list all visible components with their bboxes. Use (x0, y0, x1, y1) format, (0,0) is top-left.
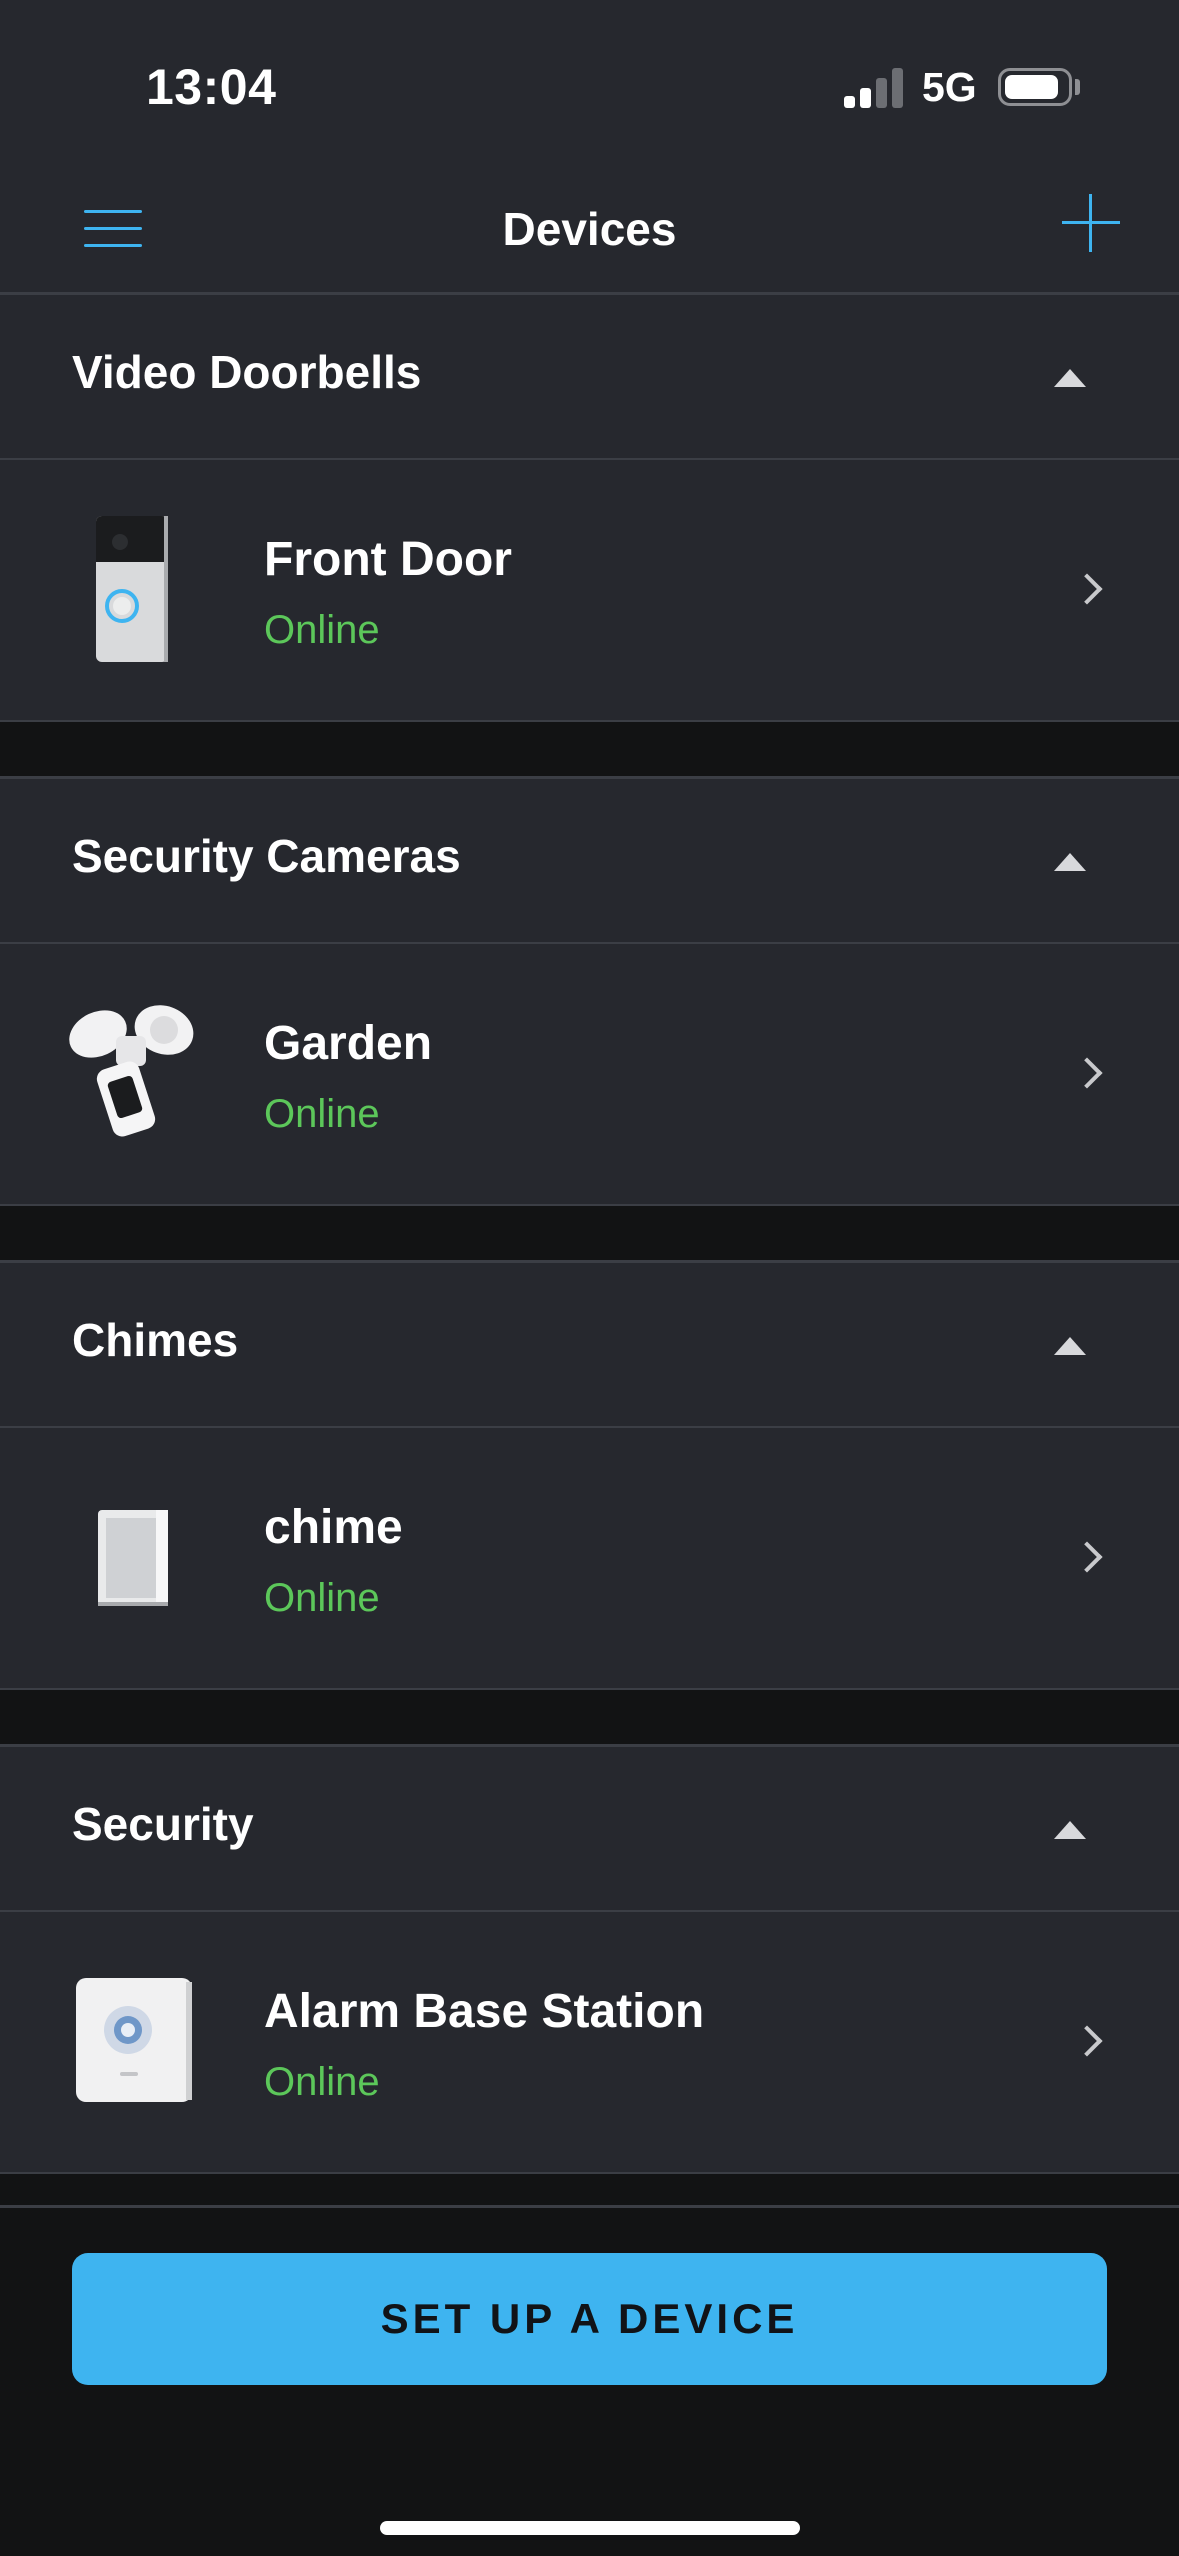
battery-tip (1075, 79, 1080, 95)
status-bar: 13:04 5G (0, 0, 1179, 170)
collapse-arrow-icon[interactable] (1054, 1821, 1086, 1839)
device-status: Online (264, 2060, 380, 2104)
section-security: Security Alarm Base Station Online (0, 1747, 1179, 2174)
section-title: Security Cameras (72, 830, 461, 882)
collapse-arrow-icon[interactable] (1054, 1337, 1086, 1355)
device-status: Online (264, 1092, 380, 1136)
battery-level (1005, 75, 1058, 99)
navigation-bar: Devices (0, 170, 1179, 295)
chevron-right-icon (1071, 1057, 1103, 1089)
floodlight-camera-icon (69, 1005, 194, 1137)
chevron-right-icon (1071, 573, 1103, 605)
section-title: Chimes (72, 1314, 239, 1366)
devices-screen: 13:04 5G Devices Video Doorbells Front D… (0, 0, 1179, 2556)
device-row-front-door[interactable]: Front Door Online (0, 460, 1179, 722)
section-header[interactable]: Security Cameras (0, 779, 1179, 944)
device-status: Online (264, 608, 380, 652)
page-title: Devices (502, 203, 677, 255)
section-header[interactable]: Video Doorbells (0, 295, 1179, 460)
section-header[interactable]: Chimes (0, 1263, 1179, 1428)
alarm-base-station-icon (76, 1978, 192, 2102)
chevron-right-icon (1071, 2025, 1103, 2057)
bottom-action-area: SET UP A DEVICE (0, 2205, 1179, 2556)
device-row-chime[interactable]: chime Online (0, 1428, 1179, 1690)
section-video-doorbells: Video Doorbells Front Door Online (0, 295, 1179, 722)
network-type: 5G (922, 64, 977, 110)
section-title: Security (72, 1798, 254, 1850)
device-name: Garden (264, 1017, 433, 1070)
status-time: 13:04 (146, 59, 277, 115)
collapse-arrow-icon[interactable] (1054, 369, 1086, 387)
chime-icon (98, 1510, 168, 1606)
home-indicator[interactable] (380, 2521, 800, 2535)
section-header[interactable]: Security (0, 1747, 1179, 1912)
section-title: Video Doorbells (72, 346, 422, 398)
chevron-right-icon (1071, 1541, 1103, 1573)
section-chimes: Chimes chime Online (0, 1263, 1179, 1690)
device-row-garden[interactable]: Garden Online (0, 944, 1179, 1206)
set-up-device-button[interactable]: SET UP A DEVICE (72, 2253, 1107, 2385)
signal-strength-icon (844, 66, 904, 108)
device-status: Online (264, 1576, 380, 1620)
device-row-alarm-base-station[interactable]: Alarm Base Station Online (0, 1912, 1179, 2174)
device-name: Front Door (264, 533, 512, 586)
section-security-cameras: Security Cameras Garden Online (0, 779, 1179, 1206)
battery-icon (998, 68, 1072, 106)
device-name: Alarm Base Station (264, 1985, 705, 2038)
device-name: chime (264, 1501, 403, 1554)
set-up-device-label: SET UP A DEVICE (380, 2295, 799, 2342)
plus-icon[interactable] (1060, 192, 1122, 254)
collapse-arrow-icon[interactable] (1054, 853, 1086, 871)
doorbell-icon (96, 516, 168, 662)
